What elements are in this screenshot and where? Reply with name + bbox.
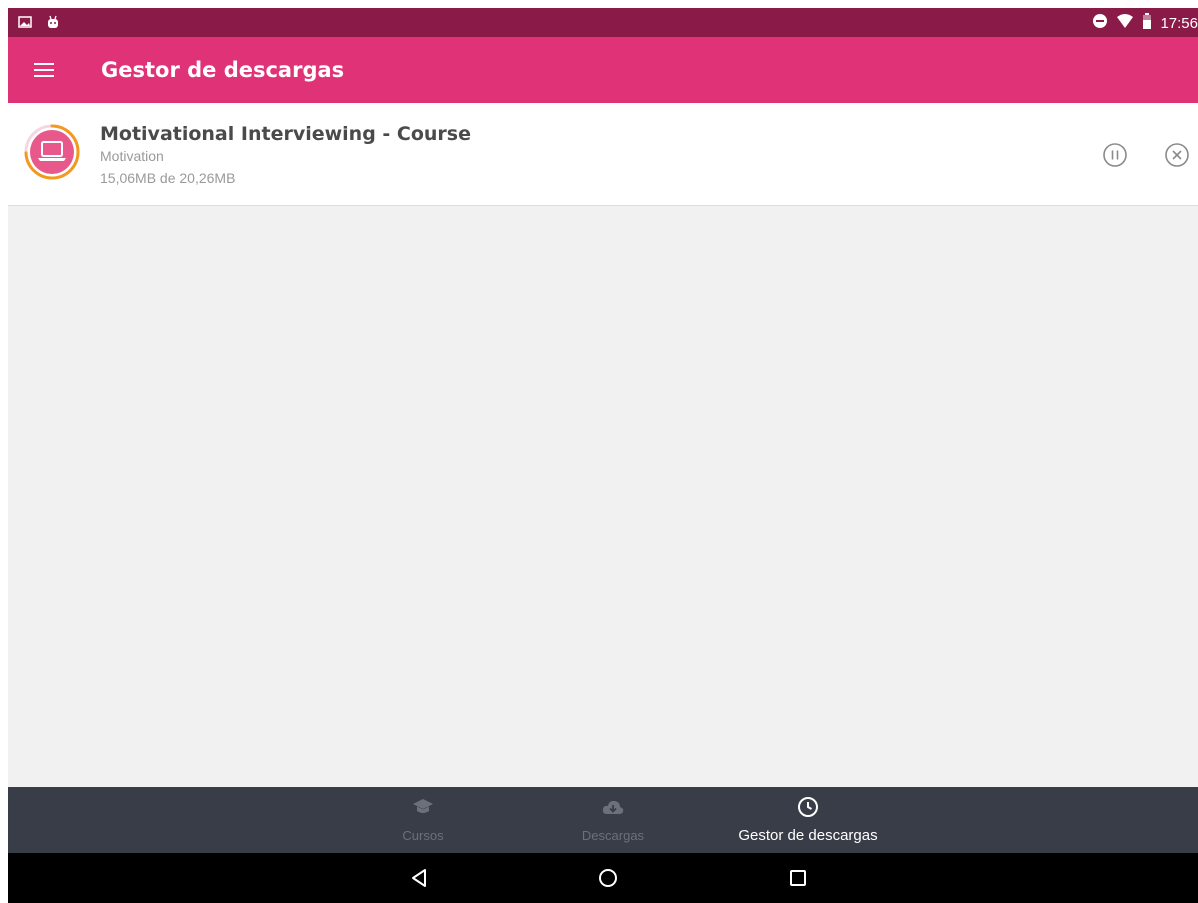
do-not-disturb-icon — [1092, 13, 1108, 34]
status-bar: 17:56 — [8, 8, 1198, 37]
download-size: 15,06MB de 20,26MB — [100, 170, 236, 186]
system-navigation-bar — [8, 853, 1198, 903]
home-icon[interactable] — [596, 866, 620, 890]
recents-icon[interactable] — [786, 866, 810, 890]
battery-icon — [1142, 13, 1152, 34]
clock-time: 17:56 — [1160, 14, 1198, 32]
course-category: Motivation — [100, 148, 164, 164]
wifi-icon — [1116, 13, 1134, 34]
android-notification-icon — [46, 15, 60, 34]
nav-item-gestor-de-descargas[interactable]: Gestor de descargas — [708, 787, 908, 853]
course-progress-icon — [24, 124, 80, 180]
menu-icon[interactable] — [30, 59, 60, 81]
nav-label-descargas: Descargas — [581, 828, 645, 843]
nav-item-descargas[interactable]: Descargas — [558, 787, 668, 853]
graduation-cap-icon — [411, 795, 435, 819]
back-icon[interactable] — [408, 866, 432, 890]
image-notification-icon — [18, 15, 32, 34]
page-title: Gestor de descargas — [101, 58, 345, 82]
cancel-icon[interactable] — [1163, 141, 1191, 169]
app-bar: Gestor de descargas — [8, 37, 1198, 103]
nav-item-cursos[interactable]: Cursos — [368, 787, 478, 853]
course-title: Motivational Interviewing - Course — [100, 123, 472, 145]
bottom-navigation: Cursos Descargas Gestor de descargas — [8, 787, 1198, 853]
pause-icon[interactable] — [1101, 141, 1129, 169]
nav-label-cursos: Cursos — [402, 828, 444, 843]
nav-label-gestor: Gestor de descargas — [738, 827, 878, 844]
download-item[interactable]: Motivational Interviewing - Course Motiv… — [8, 103, 1198, 206]
clock-icon — [796, 795, 820, 819]
device-screen: 17:56 Gestor de descargas Motivational I… — [8, 8, 1198, 903]
cloud-download-icon — [601, 795, 625, 819]
